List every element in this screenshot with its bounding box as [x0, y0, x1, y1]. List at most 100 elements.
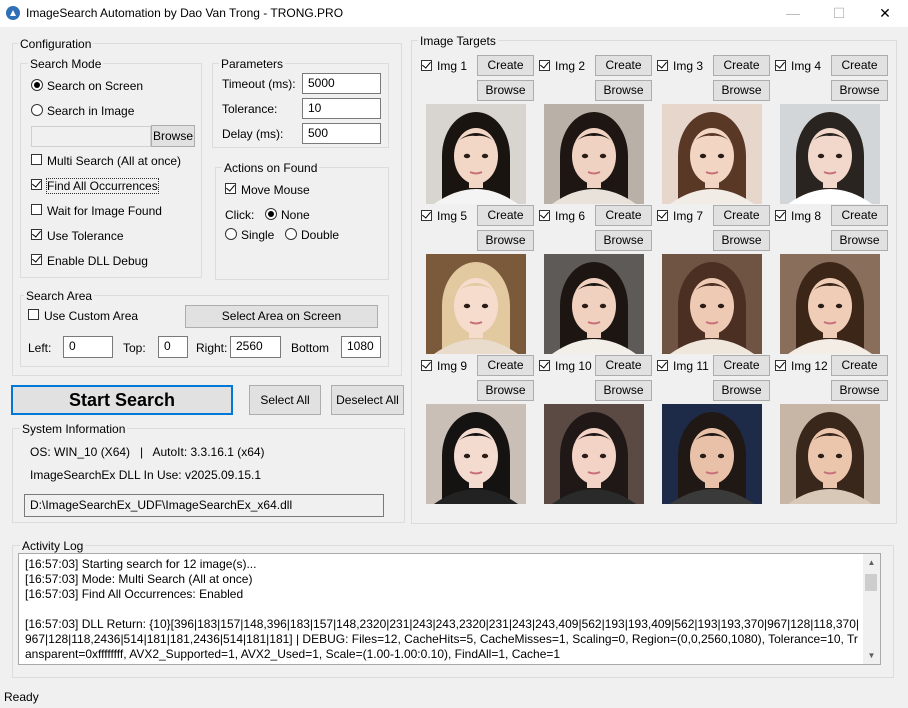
img-target-checkbox[interactable] [421, 60, 432, 71]
browse-button[interactable]: Browse [595, 230, 652, 251]
img-target-label: Img 4 [791, 59, 822, 73]
bottom-input[interactable]: 1080 [341, 336, 381, 358]
create-button[interactable]: Create [595, 205, 652, 226]
search-in-image-label: Search in Image [47, 104, 135, 118]
delay-input[interactable]: 500 [302, 123, 381, 144]
img-target-checkbox[interactable] [775, 360, 786, 371]
move-mouse-checkbox[interactable] [225, 183, 236, 194]
img-target-checkbox[interactable] [421, 210, 432, 221]
multi-search-label: Multi Search (All at once) [47, 154, 182, 168]
wait-for-image-checkbox[interactable] [31, 204, 42, 215]
right-input[interactable]: 2560 [230, 336, 281, 358]
img-target-label: Img 8 [791, 209, 822, 223]
click-double-label: Double [301, 228, 340, 242]
activity-log-textbox[interactable]: [16:57:03] Starting search for 12 image(… [18, 553, 881, 665]
create-button[interactable]: Create [477, 355, 534, 376]
create-button[interactable]: Create [831, 55, 888, 76]
browse-button[interactable]: Browse [595, 380, 652, 401]
scroll-thumb[interactable] [865, 574, 877, 591]
create-button[interactable]: Create [713, 355, 770, 376]
right-label: Right: [196, 341, 228, 355]
enable-dll-debug-checkbox[interactable] [31, 254, 42, 265]
click-single-radio[interactable] [225, 228, 237, 240]
create-button[interactable]: Create [595, 55, 652, 76]
img-target-checkbox[interactable] [775, 210, 786, 221]
parameters-label: Parameters [219, 57, 286, 71]
create-button[interactable]: Create [831, 205, 888, 226]
timeout-input[interactable]: 5000 [302, 73, 381, 94]
minimize-button[interactable]: — [770, 0, 816, 27]
img-target-label: Img 10 [555, 359, 592, 373]
use-tolerance-checkbox[interactable] [31, 229, 42, 240]
browse-button[interactable]: Browse [713, 80, 770, 101]
use-custom-area-checkbox[interactable] [28, 309, 39, 320]
browse-button[interactable]: Browse [477, 80, 534, 101]
window-title: ImageSearch Automation by Dao Van Trong … [26, 6, 344, 20]
create-button[interactable]: Create [713, 55, 770, 76]
img-target-checkbox[interactable] [539, 360, 550, 371]
close-button[interactable]: ✕ [862, 0, 908, 27]
browse-image-button[interactable]: Browse [151, 125, 195, 147]
deselect-all-button[interactable]: Deselect All [331, 385, 404, 415]
search-on-screen-radio[interactable] [31, 79, 43, 91]
browse-button[interactable]: Browse [477, 230, 534, 251]
left-input[interactable]: 0 [63, 336, 113, 358]
status-bar: Ready [0, 686, 908, 708]
search-in-image-radio[interactable] [31, 104, 43, 116]
log-scrollbar[interactable]: ▲ ▼ [863, 554, 880, 664]
maximize-button[interactable]: ☐ [816, 0, 862, 27]
img-target-checkbox[interactable] [539, 210, 550, 221]
img-target-checkbox[interactable] [421, 360, 432, 371]
start-search-button[interactable]: Start Search [11, 385, 233, 415]
os-info-text: OS: WIN_10 (X64) | AutoIt: 3.3.16.1 (x64… [30, 445, 265, 459]
scroll-up-icon[interactable]: ▲ [863, 554, 880, 571]
img-target-label: Img 6 [555, 209, 586, 223]
search-area-label: Search Area [24, 289, 95, 303]
browse-button[interactable]: Browse [831, 80, 888, 101]
dll-path-field[interactable]: D:\ImageSearchEx_UDF\ImageSearchEx_x64.d… [24, 494, 384, 517]
create-button[interactable]: Create [595, 355, 652, 376]
system-info-label: System Information [20, 422, 128, 436]
img-target-thumbnail [426, 404, 526, 504]
search-mode-group [20, 63, 202, 278]
scroll-down-icon[interactable]: ▼ [863, 647, 880, 664]
img-target-checkbox[interactable] [539, 60, 550, 71]
click-label: Click: [225, 208, 255, 222]
tolerance-input[interactable]: 10 [302, 98, 381, 119]
browse-button[interactable]: Browse [713, 380, 770, 401]
tolerance-label: Tolerance: [222, 102, 278, 116]
select-area-button[interactable]: Select Area on Screen [185, 305, 378, 328]
img-target-checkbox[interactable] [657, 360, 668, 371]
click-none-radio[interactable] [265, 208, 277, 220]
browse-button[interactable]: Browse [595, 80, 652, 101]
img-target-thumbnail [544, 254, 644, 354]
img-target-label: Img 1 [437, 59, 468, 73]
browse-button[interactable]: Browse [831, 230, 888, 251]
image-path-input[interactable] [31, 126, 151, 147]
multi-search-checkbox[interactable] [31, 154, 42, 165]
find-all-checkbox[interactable] [31, 179, 42, 190]
img-target-label: Img 2 [555, 59, 586, 73]
top-input[interactable]: 0 [158, 336, 188, 358]
img-target-checkbox[interactable] [775, 60, 786, 71]
img-target-thumbnail [780, 404, 880, 504]
create-button[interactable]: Create [477, 55, 534, 76]
image-targets-label: Image Targets [418, 34, 498, 48]
timeout-label: Timeout (ms): [222, 77, 296, 91]
img-target-checkbox[interactable] [657, 60, 668, 71]
browse-button[interactable]: Browse [831, 380, 888, 401]
click-double-radio[interactable] [285, 228, 297, 240]
create-button[interactable]: Create [713, 205, 770, 226]
create-button[interactable]: Create [831, 355, 888, 376]
browse-button[interactable]: Browse [713, 230, 770, 251]
move-mouse-label: Move Mouse [241, 183, 310, 197]
select-all-button[interactable]: Select All [249, 385, 321, 415]
dll-version-text: ImageSearchEx DLL In Use: v2025.09.15.1 [30, 468, 262, 482]
bottom-label: Bottom [291, 341, 330, 355]
browse-button[interactable]: Browse [477, 380, 534, 401]
activity-log-label: Activity Log [20, 539, 86, 553]
search-on-screen-label: Search on Screen [47, 79, 144, 93]
status-text: Ready [4, 690, 39, 704]
create-button[interactable]: Create [477, 205, 534, 226]
img-target-checkbox[interactable] [657, 210, 668, 221]
